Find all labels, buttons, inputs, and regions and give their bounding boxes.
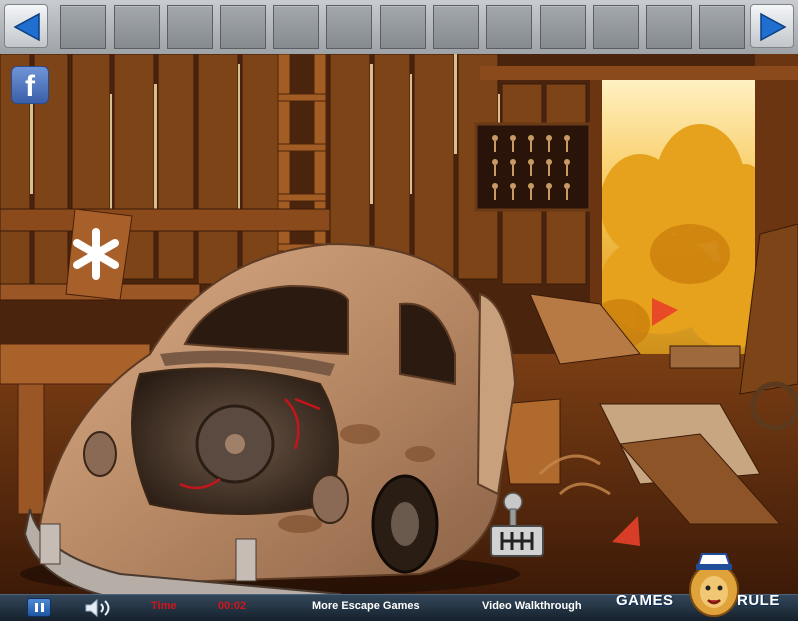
inventory-slot[interactable] [593, 5, 639, 49]
inventory-next-button[interactable] [750, 4, 794, 48]
nav-arrow-right-icon[interactable] [650, 296, 680, 328]
facebook-button[interactable]: f [11, 66, 49, 104]
arrow-left-icon [13, 12, 40, 42]
arrow-right-icon [760, 12, 787, 42]
inventory-slot[interactable] [433, 5, 479, 49]
inventory-slot[interactable] [60, 5, 106, 49]
inventory-slot[interactable] [273, 5, 319, 49]
time-label: Time [151, 600, 177, 612]
games-rule-logo-left[interactable]: GAMES [616, 592, 674, 609]
inventory-slot[interactable] [380, 5, 426, 49]
games-rule-logo-right[interactable]: RULE [737, 592, 780, 609]
inventory-slot[interactable] [646, 5, 692, 49]
pause-icon [35, 603, 38, 612]
inventory-prev-button[interactable] [4, 4, 48, 48]
pause-button[interactable] [27, 598, 51, 617]
inventory-slot[interactable] [486, 5, 532, 49]
inventory-slot[interactable] [167, 5, 213, 49]
bottom-bar: Time 00:02 More Escape Games Video Walkt… [0, 594, 798, 621]
speaker-icon[interactable] [84, 598, 114, 618]
inventory-slot[interactable] [540, 5, 586, 49]
walkthrough-link[interactable]: Video Walkthrough [482, 600, 582, 612]
more-games-link[interactable]: More Escape Games [312, 600, 420, 612]
nav-arrow-down-icon[interactable] [610, 514, 644, 548]
gear-shift-icon[interactable] [490, 492, 544, 558]
lion-mascot-logo[interactable] [688, 548, 740, 618]
inventory-slot[interactable] [699, 5, 745, 49]
pause-icon [41, 603, 44, 612]
inventory-slot[interactable] [220, 5, 266, 49]
inventory-slot[interactable] [114, 5, 160, 49]
inventory-bar [0, 0, 798, 55]
asterisk-icon[interactable] [68, 226, 124, 282]
inventory-slot[interactable] [326, 5, 372, 49]
time-value: 00:02 [218, 600, 247, 612]
